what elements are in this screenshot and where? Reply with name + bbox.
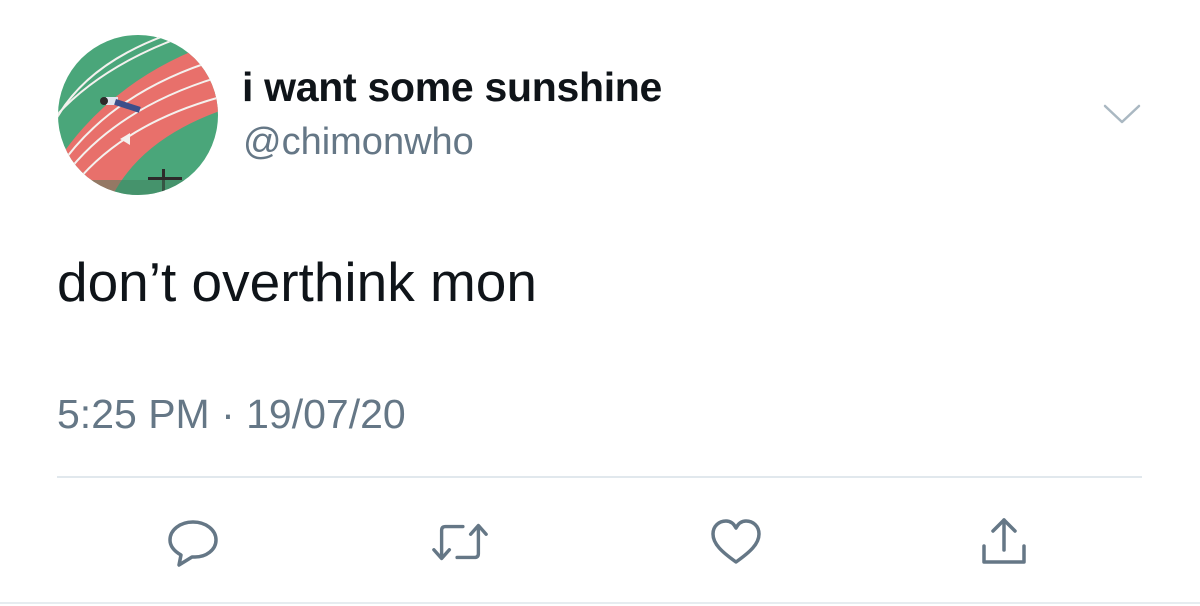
display-name[interactable]: i want some sunshine <box>242 64 662 111</box>
user-handle[interactable]: @chimonwho <box>243 121 474 164</box>
retweet-icon <box>432 523 488 561</box>
like-button[interactable] <box>706 512 766 572</box>
chevron-down-icon[interactable] <box>1102 100 1142 130</box>
reply-button[interactable] <box>163 512 223 572</box>
avatar-image <box>58 35 218 195</box>
reply-icon <box>168 520 218 567</box>
tweet-detail: i want some sunshine @chimonwho don’t ov… <box>0 0 1200 606</box>
tweet-timestamp[interactable]: 5:25 PM · 19/07/20 <box>57 391 406 438</box>
divider <box>57 476 1142 478</box>
heart-icon <box>711 519 761 564</box>
bottom-border <box>0 602 1200 604</box>
retweet-button[interactable] <box>430 512 490 572</box>
tweet-text: don’t overthink mon <box>57 251 537 313</box>
avatar[interactable] <box>58 35 218 195</box>
share-button[interactable] <box>974 512 1034 572</box>
share-icon <box>982 518 1026 564</box>
